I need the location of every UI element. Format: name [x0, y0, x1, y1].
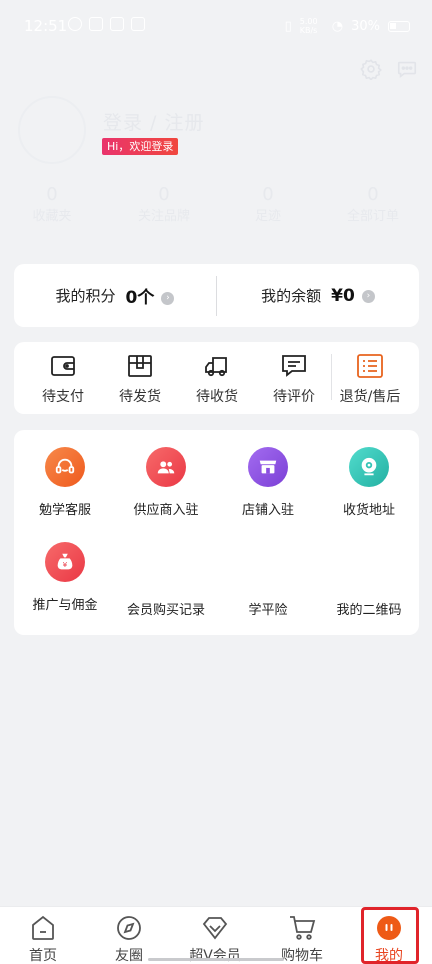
service-shop-join[interactable]: 店铺入驻 [218, 447, 318, 518]
nav-friends[interactable]: 友圈 [86, 913, 172, 964]
stat-all-orders[interactable]: 0 全部订单 [323, 184, 423, 226]
users-icon [146, 447, 186, 487]
wallet-icon [51, 356, 75, 376]
service-my-qrcode[interactable]: 我的二维码 [319, 599, 419, 618]
nav-label: 我的 [375, 948, 403, 964]
status-right: ▯ 5.00 KB/s ◔ 30% [285, 17, 410, 35]
list-icon [357, 354, 383, 378]
points-value: 0个 [125, 288, 155, 308]
nav-label: 超V会员 [189, 948, 241, 964]
order-pending-shipment[interactable]: 待发货 [101, 352, 179, 406]
nav-home[interactable]: 首页 [0, 913, 86, 964]
login-register-link[interactable]: 登录 / 注册 [103, 108, 204, 135]
battery-icon [388, 20, 410, 32]
bottom-nav: 首页 友圈 超V会员 购物车 我的 [0, 906, 432, 964]
balance-value: ¥0 [331, 285, 355, 306]
money-bag-icon: ¥ [45, 542, 85, 582]
service-supplier-join[interactable]: 供应商入驻 [116, 447, 216, 518]
message-bubble-icon[interactable] [396, 58, 418, 80]
welcome-badge: Hi，欢迎登录 [102, 138, 179, 155]
points-balance-card: 我的积分 0个 › 我的余额 ¥0 › [14, 264, 419, 327]
headset-icon [45, 447, 85, 487]
truck-icon [205, 357, 227, 377]
video-app-icon [89, 17, 103, 31]
nav-label: 友圈 [115, 948, 143, 964]
vibrate-icon: ▯ [284, 18, 292, 34]
nav-label: 首页 [29, 948, 57, 964]
stat-label: 全部订单 [346, 209, 399, 224]
stat-count: 0 [158, 184, 170, 205]
order-label: 待支付 [42, 389, 84, 405]
balance-label: 我的余额 [261, 287, 322, 305]
order-label: 退货/售后 [339, 389, 401, 405]
order-returns[interactable]: 退货/售后 [332, 352, 408, 406]
stat-count: 0 [262, 184, 274, 205]
service-label: 供应商入驻 [133, 503, 199, 518]
service-label: 推广与佣金 [32, 598, 98, 613]
nav-mine[interactable]: 我的 [346, 913, 432, 964]
service-shipping-address[interactable]: 收货地址 [319, 447, 419, 518]
stats-row: 0 收藏夹 0 关注品牌 0 足迹 0 全部订单 [0, 184, 432, 228]
home-icon [32, 915, 54, 940]
services-card: 勉学客服 供应商入驻 店铺入驻 收货地址 ¥ 推广与佣金 会员购买记录 学平险 … [14, 430, 419, 635]
nav-super-vip[interactable]: 超V会员 [172, 913, 258, 964]
compass-icon [117, 916, 141, 940]
service-promotion-commission[interactable]: ¥ 推广与佣金 [15, 542, 115, 613]
stat-label: 关注品牌 [137, 209, 190, 224]
my-points[interactable]: 我的积分 0个 › [14, 264, 216, 327]
chevron-right-icon: › [361, 289, 375, 303]
comment-icon [282, 355, 306, 377]
wifi-icon: ◔ [331, 18, 344, 34]
service-label: 收货地址 [342, 503, 395, 518]
status-bar: 12:51 ▯ 5.00 KB/s ◔ 30% [0, 0, 432, 52]
order-pending-receipt[interactable]: 待收货 [178, 352, 256, 406]
settings-gear-icon[interactable] [360, 58, 382, 81]
stat-label: 收藏夹 [32, 209, 72, 224]
nav-label: 购物车 [281, 948, 323, 964]
points-label: 我的积分 [55, 287, 116, 305]
stat-footprints[interactable]: 0 足迹 [218, 184, 318, 226]
service-student-insurance[interactable]: 学平险 [218, 599, 318, 618]
service-customer-support[interactable]: 勉学客服 [15, 447, 115, 518]
stat-followed-brands[interactable]: 0 关注品牌 [114, 184, 214, 226]
home-indicator [148, 958, 284, 961]
nav-cart[interactable]: 购物车 [259, 913, 345, 964]
svg-text:¥: ¥ [63, 560, 68, 569]
order-pending-review[interactable]: 待评价 [255, 352, 333, 406]
notification-icons [68, 17, 145, 31]
battery-percent: 30% [351, 18, 380, 34]
chevron-right-icon: › [161, 292, 175, 305]
box-icon [128, 355, 152, 377]
location-icon [349, 447, 389, 487]
stat-count: 0 [46, 184, 58, 205]
order-pending-payment[interactable]: 待支付 [24, 352, 102, 406]
service-member-purchase-records[interactable]: 会员购买记录 [116, 599, 216, 618]
sync-icon [68, 17, 82, 31]
service-label: 勉学客服 [38, 503, 91, 518]
status-time: 12:51 [24, 17, 68, 35]
stat-label: 足迹 [254, 209, 281, 224]
header-actions [360, 58, 418, 81]
stat-favorites[interactable]: 0 收藏夹 [2, 184, 102, 226]
shop-icon [248, 447, 288, 487]
lock-icon [110, 17, 124, 31]
order-label: 待收货 [196, 389, 238, 405]
cart-icon [290, 916, 316, 940]
network-speed: 5.00 KB/s [299, 17, 318, 35]
message-app-icon [131, 17, 145, 31]
my-balance[interactable]: 我的余额 ¥0 › [217, 264, 419, 327]
avatar[interactable] [18, 96, 86, 164]
service-label: 店铺入驻 [241, 503, 294, 518]
profile-icon [377, 916, 401, 940]
stat-count: 0 [367, 184, 379, 205]
orders-card: 待支付 待发货 待收货 待评价 退货/售后 [14, 342, 419, 414]
order-label: 待评价 [273, 389, 315, 405]
diamond-icon [202, 917, 228, 940]
order-label: 待发货 [119, 389, 161, 405]
